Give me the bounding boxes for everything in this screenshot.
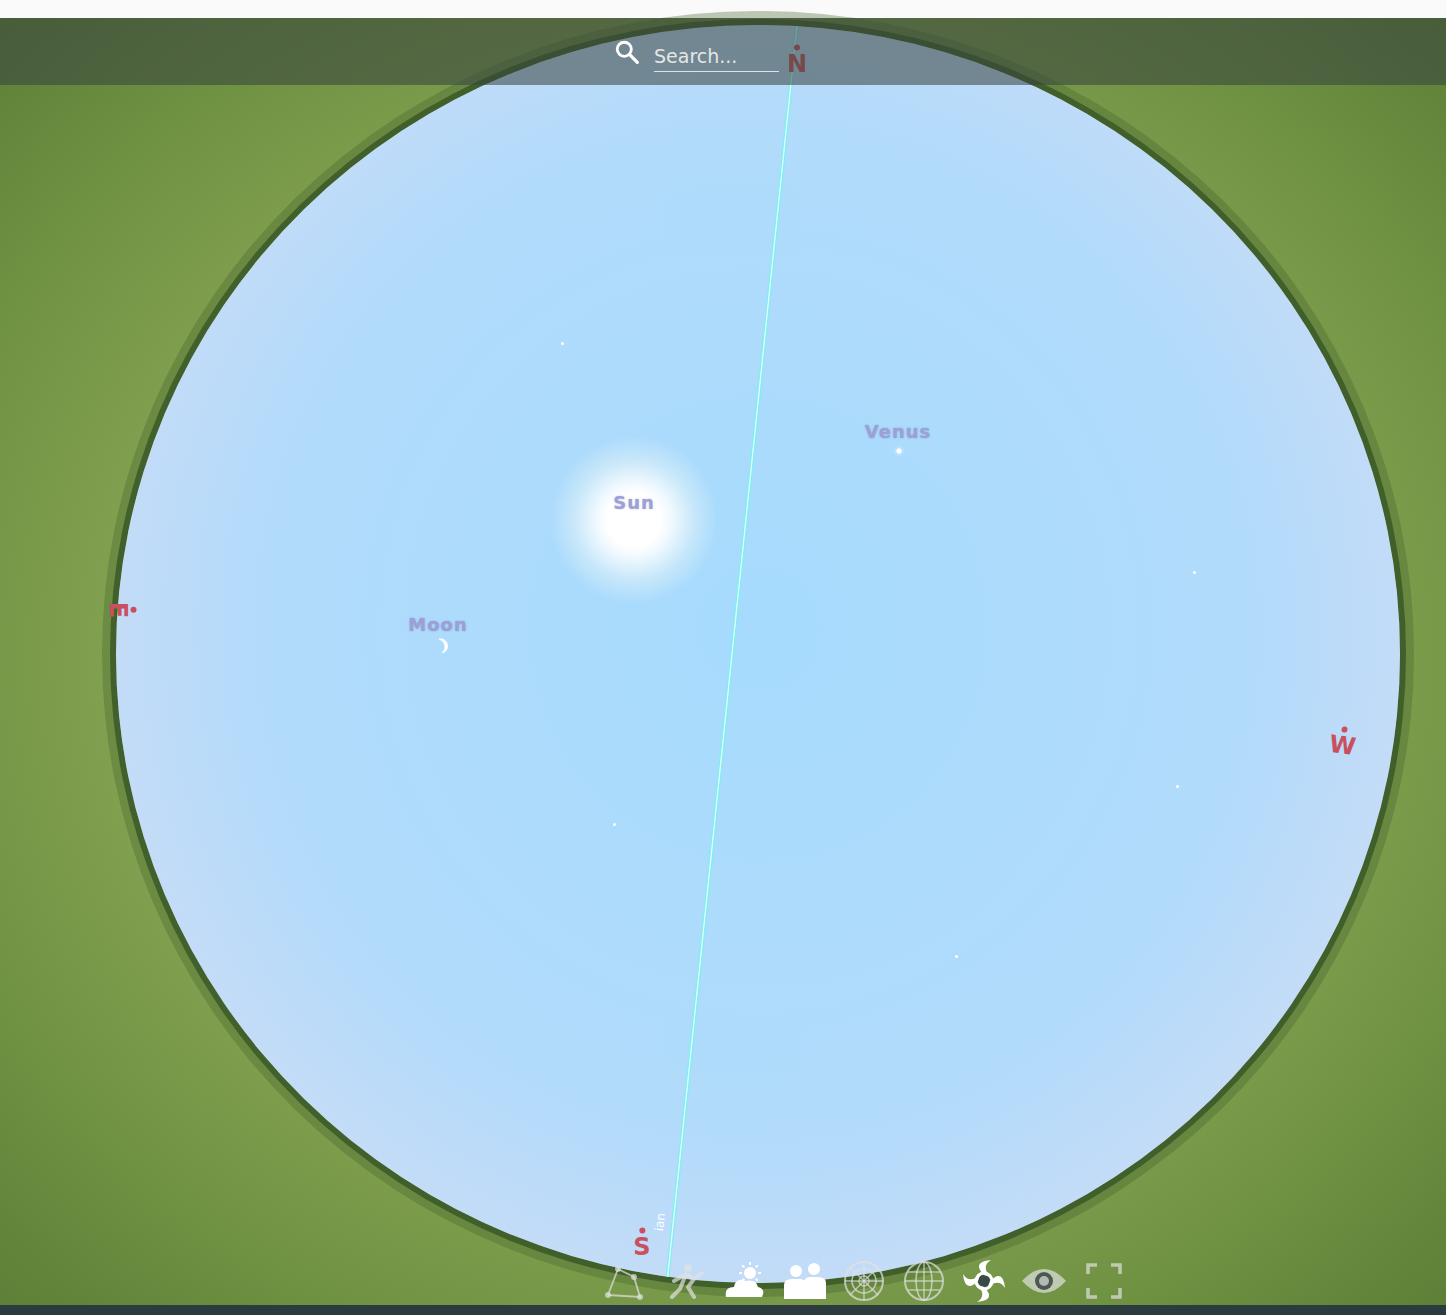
sky-object-label: Venus <box>861 419 936 444</box>
moon-crescent-icon[interactable] <box>433 637 451 655</box>
star[interactable] <box>955 955 958 958</box>
toolbar-button[interactable] <box>780 1259 828 1303</box>
sky-object[interactable] <box>897 449 902 454</box>
sky-object-label: Moon <box>404 612 471 637</box>
toolbar <box>600 1259 1128 1303</box>
galaxy-icon <box>961 1258 1007 1304</box>
star[interactable] <box>613 823 616 826</box>
top-strip <box>0 0 1446 18</box>
equatorial-grid-icon <box>902 1259 946 1303</box>
azimuthal-grid-icon <box>842 1259 886 1303</box>
sky-object[interactable] <box>549 435 719 605</box>
search-bar <box>0 18 1446 85</box>
compass-label: E <box>106 602 137 618</box>
toolbar-button[interactable] <box>1020 1259 1068 1303</box>
sky-object[interactable] <box>433 637 451 659</box>
toolbar-button[interactable] <box>600 1259 648 1303</box>
search-field[interactable] <box>654 39 779 72</box>
constellation-art-icon <box>664 1261 704 1301</box>
meridian-label: ian <box>652 1212 668 1232</box>
compass-label: W <box>1328 725 1359 759</box>
landscape-icon <box>780 1261 828 1301</box>
fullscreen-icon <box>1085 1262 1123 1300</box>
sun-disc[interactable] <box>549 435 719 605</box>
toolbar-button[interactable] <box>840 1259 888 1303</box>
planet-dot[interactable] <box>897 449 902 454</box>
compass-dot <box>131 607 137 613</box>
compass-dot <box>639 1228 645 1234</box>
star[interactable] <box>1176 785 1179 788</box>
sky-dome[interactable]: Sun Moon Venus <box>116 25 1400 1283</box>
toolbar-button[interactable] <box>960 1259 1008 1303</box>
toolbar-button[interactable] <box>900 1259 948 1303</box>
toolbar-button[interactable] <box>660 1259 708 1303</box>
compass-dot <box>1341 726 1348 733</box>
constellation-lines-icon <box>604 1261 644 1301</box>
compass-label: S <box>633 1228 650 1259</box>
meridian-line-icon <box>116 25 1400 1283</box>
eye-icon <box>1020 1263 1068 1299</box>
search-icon[interactable] <box>614 39 640 65</box>
atmosphere-icon <box>722 1261 766 1301</box>
stellarium-view: SunMoonVenusNEWSian <box>0 0 1446 1315</box>
toolbar-button[interactable] <box>1080 1259 1128 1303</box>
bottom-strip <box>0 1305 1446 1315</box>
star[interactable] <box>1193 571 1196 574</box>
star[interactable] <box>561 342 564 345</box>
sky-object-label: Sun <box>609 490 659 515</box>
toolbar-button[interactable] <box>720 1259 768 1303</box>
